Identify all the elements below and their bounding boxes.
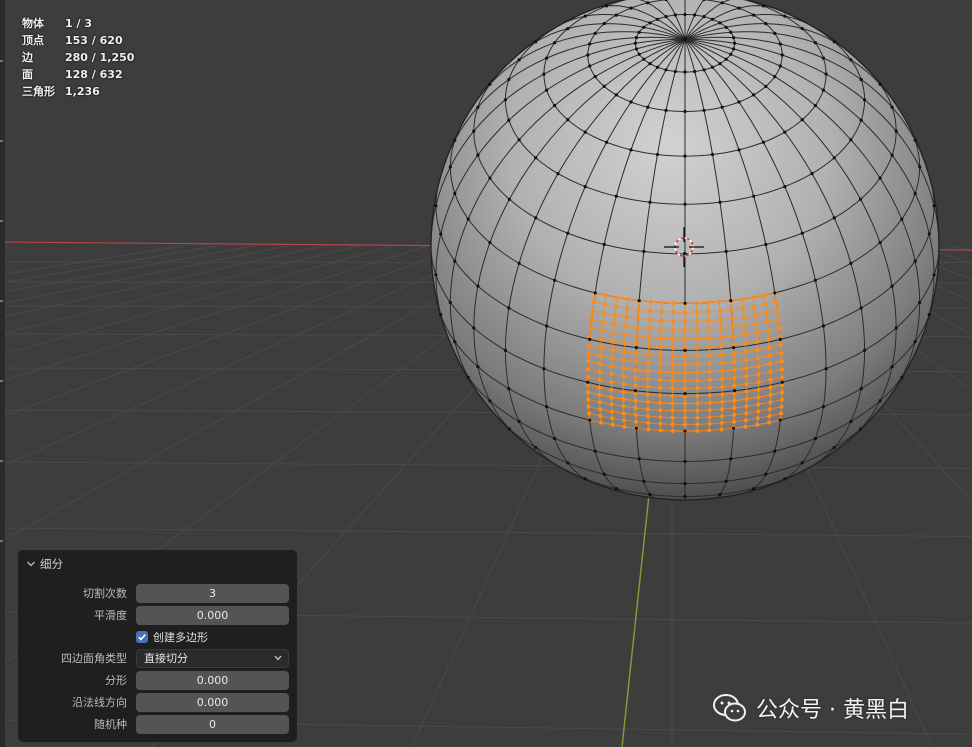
seed-field[interactable]: 0 — [136, 715, 289, 734]
cuts-field[interactable]: 3 — [136, 584, 289, 603]
cuts-label: 切割次数 — [83, 587, 127, 600]
chevron-down-icon — [274, 655, 282, 661]
quad-corner-label: 四边面角类型 — [61, 652, 127, 665]
watermark: 公众号 · 黄黑白 — [712, 690, 909, 726]
viewport-statistics: 物体 1 / 3 顶点 153 / 620 边 280 / 1,250 面 128 / … — [22, 15, 134, 100]
stat-edges: 边 280 / 1,250 — [22, 51, 135, 64]
panel-title: 细分 — [40, 557, 63, 571]
seed-row: 随机种 0 — [18, 715, 297, 735]
seed-label: 随机种 — [94, 718, 127, 731]
fractal-row: 分形 0.000 — [18, 671, 297, 691]
along-normal-label: 沿法线方向 — [72, 696, 127, 709]
toolbar-edge — [0, 0, 5, 747]
quad-corner-row: 四边面角类型 直接切分 — [18, 649, 297, 669]
stat-triangles: 三角形 1,236 — [22, 85, 100, 98]
fractal-field[interactable]: 0.000 — [136, 671, 289, 690]
stat-objects: 物体 1 / 3 — [22, 17, 92, 30]
checkmark-icon — [136, 631, 148, 643]
smoothness-field[interactable]: 0.000 — [136, 606, 289, 625]
quad-corner-value: 直接切分 — [144, 652, 188, 665]
quad-corner-dropdown[interactable]: 直接切分 — [136, 649, 289, 668]
panel-header[interactable]: 细分 — [26, 556, 63, 572]
subdivide-operator-panel: 细分 切割次数 3 平滑度 0.000 创建多边形 四边面角类型 直接切分 分形… — [18, 550, 297, 742]
smoothness-row: 平滑度 0.000 — [18, 606, 297, 626]
watermark-text: 公众号 · 黄黑白 — [756, 698, 909, 723]
wechat-icon — [713, 694, 746, 722]
create-ngons-checkbox[interactable]: 创建多边形 — [136, 629, 208, 645]
fractal-label: 分形 — [105, 674, 127, 687]
chevron-down-icon — [27, 561, 35, 567]
along-normal-field[interactable]: 0.000 — [136, 693, 289, 712]
create-ngons-row: 创建多边形 — [18, 627, 297, 647]
along-normal-row: 沿法线方向 0.000 — [18, 693, 297, 713]
cuts-row: 切割次数 3 — [18, 584, 297, 604]
create-ngons-label: 创建多边形 — [153, 631, 208, 644]
uv-sphere-mesh[interactable] — [430, 0, 940, 501]
stat-vertices: 顶点 153 / 620 — [22, 34, 123, 47]
smoothness-label: 平滑度 — [94, 609, 127, 622]
stat-faces: 面 128 / 632 — [22, 68, 123, 81]
